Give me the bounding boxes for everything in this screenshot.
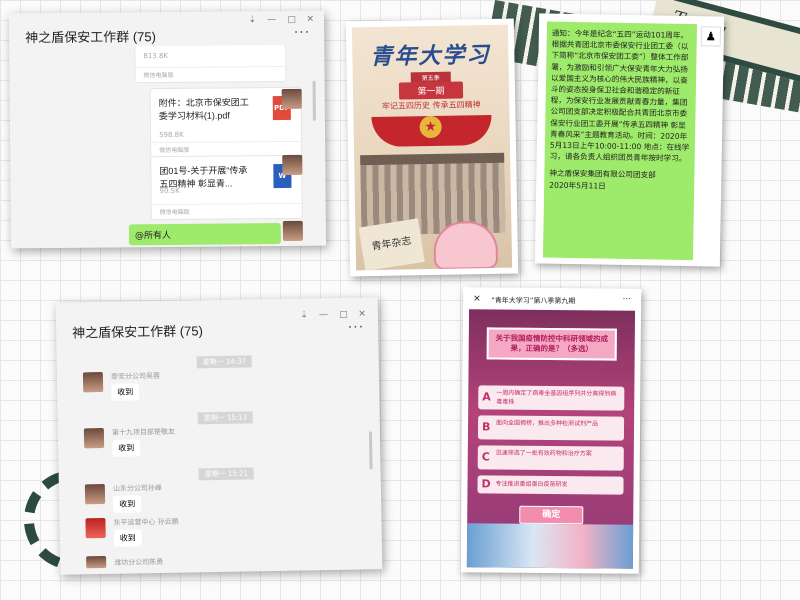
more-options-icon[interactable]: ···	[348, 319, 365, 335]
notice-card: 通知：今年是纪念“五四”运动101周年。根据共青团北京市委保安行业团工委（以下简…	[534, 13, 725, 267]
file-size: 598.8K	[159, 130, 184, 140]
chat-title: 神之盾保安工作群 (75)	[72, 323, 204, 341]
avatar[interactable]	[82, 372, 104, 393]
quiz-option-d[interactable]: D 专注推进重组蛋白疫苗研发	[477, 475, 624, 495]
poster-issue: 第一期	[398, 81, 464, 100]
close-icon[interactable]: ✕	[473, 294, 481, 304]
file-name: 附件：北京市保安团工委学习材料(1).pdf	[158, 97, 249, 122]
option-text: 迅速筛选了一批有效药物和治疗方案	[495, 449, 592, 458]
minimize-icon[interactable]: —	[319, 310, 328, 320]
quiz-body: 关于我国疫情防控中科研领域的成果，正确的是？（多选） A 一周内确定了病毒全基因…	[466, 309, 636, 569]
file-source: 微信电脑版	[143, 71, 174, 80]
quiz-option-a[interactable]: A 一周内确定了病毒全基因组序列并分离得到病毒毒株	[478, 385, 625, 411]
message-bubble[interactable]: 收到	[111, 383, 140, 401]
sender-name: 山东分公司孙峰	[112, 484, 162, 493]
more-options-icon[interactable]: ···	[623, 295, 632, 305]
close-icon[interactable]: ✕	[306, 15, 314, 25]
chat-title: 神之盾保安工作群 (75)	[25, 29, 156, 46]
scrollbar[interactable]	[368, 431, 373, 470]
timestamp: 星期一 14:37	[196, 355, 253, 369]
maximize-icon[interactable]: □	[287, 15, 296, 25]
message-bubble[interactable]: 收到	[112, 439, 141, 457]
avatar[interactable]	[281, 88, 302, 110]
notice-body: 通知：今年是纪念“五四”运动101周年。根据共青团北京市委保安行业团工委（以下简…	[549, 28, 690, 164]
newspaper-illustration: 青年杂志	[358, 218, 425, 271]
timestamp: 星期一 15:21	[198, 467, 255, 481]
avatar[interactable]	[85, 517, 106, 539]
file-message-word[interactable]: 团01号-关于开展“传承五四精神 彰显青... 90.5K W 微信电脑版	[150, 154, 303, 221]
message-bubble[interactable]: 收到	[113, 529, 142, 547]
notice-date: 2020年5月11日	[549, 180, 606, 191]
avatar[interactable]	[86, 555, 107, 569]
study-poster-card: 青年大学习 第五季 第一期 牢记五四历史 传承五四精神 ★ 青年杂志	[345, 18, 519, 277]
mention-all-message[interactable]: @所有人	[128, 223, 282, 246]
pin-icon[interactable]: ⇣	[300, 310, 308, 320]
study-poster: 青年大学习 第五季 第一期 牢记五四历史 传承五四精神 ★ 青年杂志	[351, 24, 513, 271]
scrollbar[interactable]	[312, 80, 316, 121]
sender-name: 东平运营中心 孙云鹏	[113, 517, 179, 527]
more-options-icon[interactable]: ···	[294, 25, 310, 41]
sender-name: 泰安分公司吴蓉	[110, 372, 161, 381]
poster-title: 青年大学习	[370, 42, 491, 71]
file-message-partial[interactable]: 813.8K 微信电脑版	[134, 44, 287, 84]
confirm-button[interactable]: 确定	[519, 505, 584, 525]
avatar[interactable]	[282, 154, 303, 175]
avatar[interactable]	[83, 428, 105, 449]
medical-staff-illustration	[466, 523, 634, 569]
chat-window-bottom: 神之盾保安工作群 (75) ⇣ — □ ✕ ··· 星期一 14:37 泰安分公…	[55, 297, 383, 575]
minimize-icon[interactable]: —	[267, 15, 276, 25]
poster-slogan: 牢记五四历史 传承五四精神	[381, 100, 481, 111]
file-source: 微信电脑版	[159, 146, 190, 155]
quiz-option-c[interactable]: C 迅速筛选了一批有效药物和治疗方案	[477, 445, 624, 471]
quiz-card: ✕ “青年大学习”第八季第九期 ··· 关于我国疫情防控中科研领域的成果，正确的…	[460, 287, 642, 574]
file-message-pdf[interactable]: 附件：北京市保安团工委学习材料(1).pdf 598.8K PDF 微信电脑版	[149, 86, 303, 159]
option-text: 专注推进重组蛋白疫苗研发	[495, 480, 568, 489]
quiz-header: ✕ “青年大学习”第八季第九期 ···	[469, 291, 636, 311]
file-source: 微信电脑版	[159, 208, 190, 217]
avatar[interactable]	[84, 484, 106, 505]
sender-name: 第十九项目部楚敬友	[111, 427, 175, 437]
close-icon[interactable]: ✕	[358, 309, 366, 319]
maximize-icon[interactable]: □	[339, 310, 348, 320]
avatar[interactable]: ♟	[700, 26, 721, 47]
file-size: 813.8K	[143, 51, 169, 61]
message-bubble[interactable]: 收到	[113, 495, 142, 513]
option-letter: B	[481, 420, 491, 434]
notice-message: 通知：今年是纪念“五四”运动101周年。根据共青团北京市委保安行业团工委（以下简…	[542, 21, 698, 261]
chat-titlebar: 神之盾保安工作群 (75) ⇣ — □ ✕ ···	[56, 297, 379, 347]
sender-name: 潍坊分公司陈勇	[114, 557, 164, 567]
pin-icon[interactable]: ⇣	[248, 15, 256, 25]
option-letter: C	[481, 450, 490, 464]
option-text: 面向全国揭榜，推出多种检测试剂产品	[496, 419, 599, 428]
quiz-option-b[interactable]: B 面向全国揭榜，推出多种检测试剂产品	[477, 415, 625, 441]
timestamp: 星期一 15:13	[197, 411, 254, 425]
avatar[interactable]	[282, 220, 303, 241]
option-letter: D	[481, 477, 491, 491]
option-text: 一周内确定了病毒全基因组序列并分离得到病毒毒株	[496, 389, 617, 406]
quiz-header-title: “青年大学习”第八季第九期	[491, 296, 576, 306]
chat-window-top: 神之盾保安工作群 (75) ⇣ — □ ✕ ··· 813.8K 微信电脑版 附…	[8, 10, 327, 249]
quiz-question: 关于我国疫情防控中科研领域的成果，正确的是？（多选）	[486, 327, 617, 361]
file-size: 90.5K	[159, 186, 180, 196]
option-letter: A	[482, 390, 491, 404]
